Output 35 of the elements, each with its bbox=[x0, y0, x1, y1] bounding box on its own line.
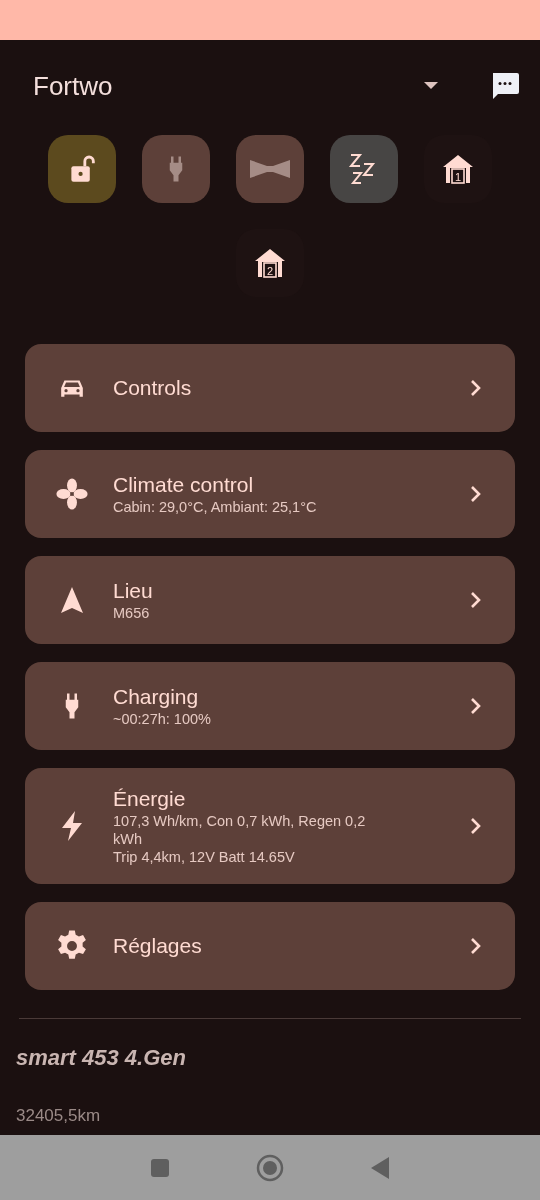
chevron-right-icon bbox=[469, 696, 483, 716]
model-name: smart 453 4.Gen bbox=[15, 1044, 187, 1071]
menu-subtitle: Cabin: 29,0°C, Ambiant: 25,1°C bbox=[113, 498, 318, 516]
chevron-right-icon bbox=[469, 590, 483, 610]
menu-subtitle: ~00:27h: 100% bbox=[113, 710, 212, 728]
menu-title: Lieu bbox=[113, 578, 154, 604]
dropdown-caret-icon[interactable] bbox=[424, 82, 438, 90]
odometer-reading: 32405,5km bbox=[15, 1105, 102, 1126]
lightning-bolt-icon bbox=[59, 810, 85, 842]
chevron-right-icon bbox=[469, 936, 483, 956]
menu-card[interactable]: Énergie 107,3 Wh/km, Con 0,7 kWh, Regen 0,2 kWh Trip 4,4km, 12V Batt 14.65V bbox=[25, 768, 515, 884]
chevron-right-icon bbox=[469, 816, 483, 836]
fan-icon bbox=[55, 477, 89, 511]
navigation-arrow-icon bbox=[60, 586, 84, 614]
menu-title: Réglages bbox=[113, 933, 203, 959]
menu-subtitle: M656 bbox=[113, 604, 151, 622]
menu-card[interactable]: Charging ~00:27h: 100% bbox=[25, 662, 515, 750]
menu-subtitle: 107,3 Wh/km, Con 0,7 kWh, Regen 0,2 kWh bbox=[113, 812, 367, 848]
vehicle-name: Fortwo bbox=[33, 70, 114, 102]
menu-card[interactable]: Réglages bbox=[25, 902, 515, 990]
menu-title: Charging bbox=[113, 684, 200, 710]
menu-title: Énergie bbox=[113, 786, 187, 812]
chevron-right-icon bbox=[469, 484, 483, 504]
sleep-button[interactable] bbox=[330, 135, 398, 203]
menu-card[interactable]: Controls bbox=[25, 344, 515, 432]
menu-subtitle: Trip 4,4km, 12V Batt 14.65V bbox=[113, 848, 296, 866]
chat-icon[interactable] bbox=[490, 71, 520, 101]
menu-title: Controls bbox=[113, 375, 193, 401]
garage-icon: 2 bbox=[253, 248, 287, 278]
menu-card[interactable]: Lieu M656 bbox=[25, 556, 515, 644]
chevron-right-icon bbox=[469, 378, 483, 398]
menu-title: Climate control bbox=[113, 472, 255, 498]
menu-card[interactable]: Climate control Cabin: 29,0°C, Ambiant: 25,1°C bbox=[25, 450, 515, 538]
lock-button[interactable] bbox=[48, 135, 116, 203]
garage-icon: 1 bbox=[441, 154, 475, 184]
